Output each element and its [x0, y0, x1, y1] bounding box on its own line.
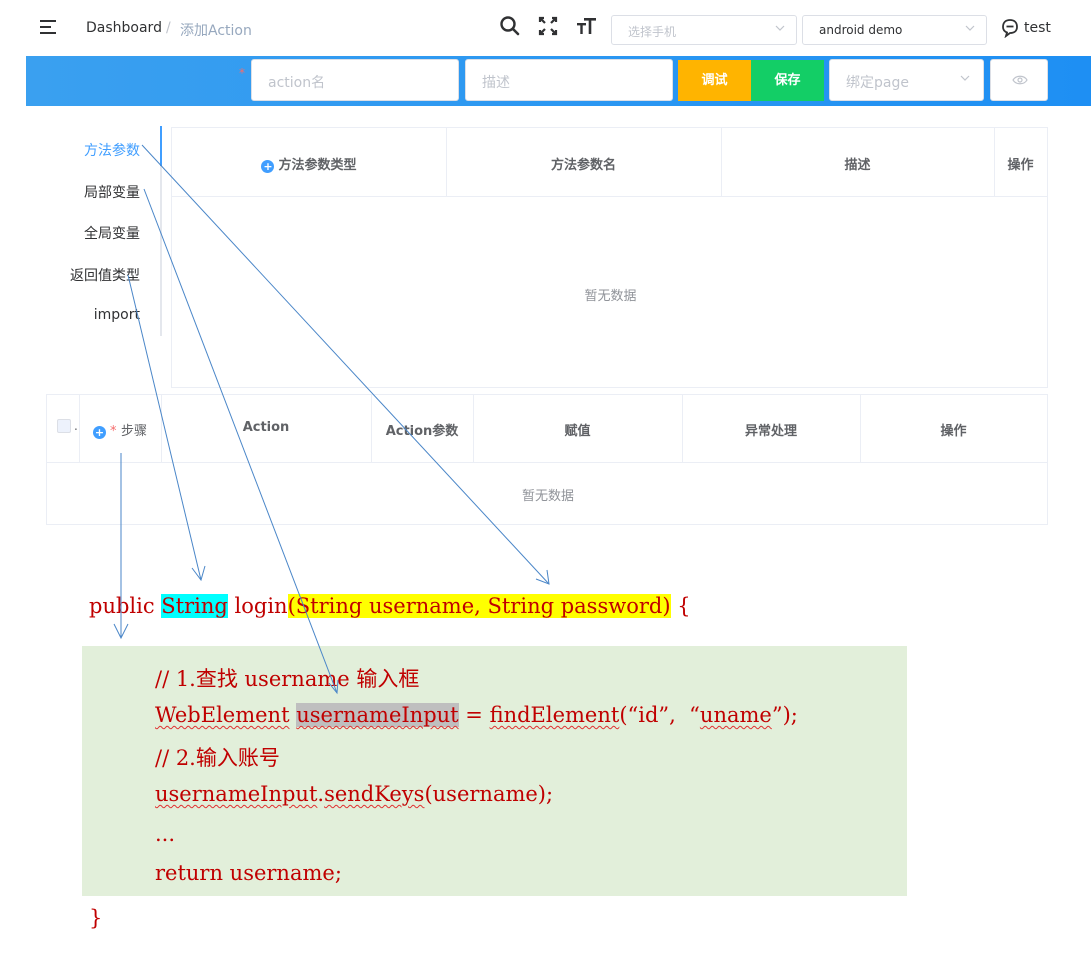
user-avatar-icon — [1000, 18, 1020, 42]
active-tab-indicator — [160, 126, 162, 166]
description-placeholder: 描述 — [482, 75, 510, 91]
params-header-name: 方法参数名 — [550, 158, 616, 173]
steps-empty-text: 暂无数据 — [521, 489, 574, 504]
menu-icon[interactable] — [40, 20, 56, 34]
breadcrumb-separator: / — [166, 20, 171, 36]
search-icon[interactable] — [498, 14, 522, 38]
tab-method-params[interactable]: 方法参数 — [84, 140, 140, 160]
code-line-close-brace: } — [89, 906, 103, 930]
chevron-down-icon — [964, 22, 976, 37]
navbar: Dashboard / 添加Action 选择手机 android demo t… — [0, 0, 1091, 56]
code-line-send-keys: usernameInput.sendKeys(username); — [155, 782, 554, 806]
steps-header-action-params: Action参数 — [385, 424, 459, 439]
action-name-input[interactable]: action名 — [251, 59, 459, 101]
code-line-ellipsis: ... — [155, 822, 176, 846]
save-button[interactable]: 保存 — [751, 60, 824, 101]
bind-page-placeholder: 绑定page — [846, 75, 909, 91]
debug-button[interactable]: 调试 — [678, 60, 751, 101]
project-select[interactable]: android demo — [802, 15, 987, 45]
arrowhead-params — [535, 569, 550, 585]
tab-return-type[interactable]: 返回值类型 — [70, 265, 140, 285]
steps-table: . + * 步骤 Action Action参数 赋值 异常处理 操作 暂无数据 — [46, 394, 1048, 525]
params-empty-text: 暂无数据 — [584, 289, 637, 304]
required-mark: * — [239, 66, 245, 80]
steps-header-action: Action — [242, 420, 290, 435]
add-param-icon[interactable]: + — [261, 160, 275, 173]
user-name: test — [1024, 20, 1051, 36]
params-header-desc: 描述 — [844, 158, 871, 173]
code-line-comment-2: // 2.输入账号 — [155, 746, 280, 770]
action-name-placeholder: action名 — [268, 75, 326, 91]
preview-button[interactable] — [990, 59, 1048, 101]
params-table: + 方法参数类型 方法参数名 描述 操作 暂无数据 — [171, 127, 1048, 388]
params-header-actions: 操作 — [1007, 158, 1034, 173]
side-tabs: 方法参数 局部变量 全局变量 返回值类型 import — [40, 126, 162, 336]
chevron-down-icon — [959, 72, 971, 87]
arrowhead-return-type — [191, 565, 206, 582]
tab-local-vars[interactable]: 局部变量 — [84, 182, 140, 202]
bind-page-select[interactable]: 绑定page — [829, 59, 984, 101]
steps-header-step[interactable]: + * 步骤 — [79, 420, 161, 439]
fullscreen-icon[interactable] — [536, 14, 560, 38]
chevron-down-icon — [774, 22, 786, 37]
code-line-return: return username; — [155, 861, 342, 885]
breadcrumb-current: 添加Action — [180, 23, 252, 39]
steps-header-assign: 赋值 — [564, 424, 591, 439]
code-local-variable: usernameInput — [296, 703, 459, 727]
steps-header-exception: 异常处理 — [744, 424, 797, 439]
project-select-value: android demo — [819, 23, 903, 37]
select-col-mark: . — [74, 419, 78, 433]
phone-select[interactable]: 选择手机 — [611, 15, 797, 45]
code-line-comment-1: // 1.查找 username 输入框 — [155, 667, 420, 691]
select-all-checkbox[interactable] — [57, 419, 71, 433]
code-return-type: String — [161, 594, 228, 618]
arrowhead-steps — [113, 623, 129, 640]
description-input[interactable]: 描述 — [465, 59, 673, 101]
eye-icon — [1012, 74, 1028, 90]
params-header-type[interactable]: + 方法参数类型 — [172, 154, 446, 173]
phone-select-placeholder: 选择手机 — [628, 25, 677, 39]
breadcrumb-home[interactable]: Dashboard — [86, 20, 162, 36]
tab-global-vars[interactable]: 全局变量 — [84, 223, 140, 243]
code-method-params: (String username, String password) — [287, 594, 671, 618]
code-line-signature: public String login(String username, Str… — [89, 594, 691, 618]
add-step-icon[interactable]: + — [92, 426, 106, 439]
steps-header-actions: 操作 — [940, 424, 967, 439]
font-size-icon[interactable] — [574, 14, 598, 38]
tab-import[interactable]: import — [94, 307, 140, 323]
code-line-find-element: WebElement usernameInput = findElement(“… — [155, 703, 798, 727]
